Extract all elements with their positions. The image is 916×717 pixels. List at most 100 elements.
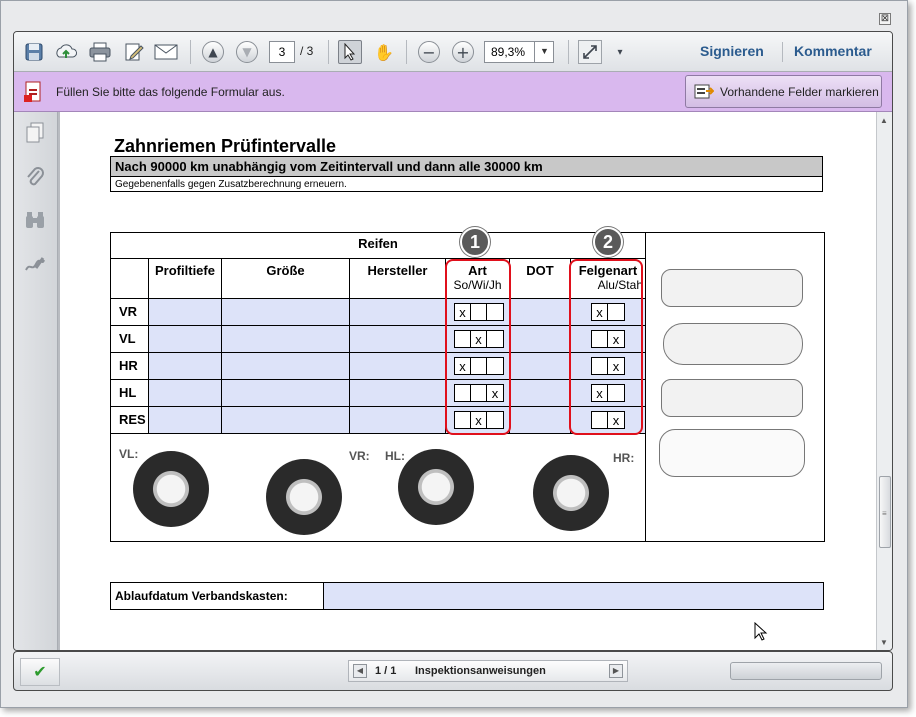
- profiltiefe-field[interactable]: [149, 407, 222, 434]
- car-diagram: [647, 233, 824, 541]
- dot-field[interactable]: [510, 326, 571, 353]
- scroll-up-icon[interactable]: ▲: [880, 116, 888, 125]
- wheel-icon: [533, 455, 609, 531]
- hand-tool-icon[interactable]: ✋: [372, 40, 396, 64]
- wheel-label-vr: VR:: [349, 449, 370, 463]
- mouse-cursor-icon: [754, 621, 770, 647]
- scroll-down-icon[interactable]: ▼: [880, 638, 888, 647]
- wheel-icon: [266, 459, 342, 535]
- form-message-bar: Füllen Sie bitte das folgende Formular a…: [14, 72, 892, 112]
- navigation-sidebar: [14, 112, 58, 650]
- wheel-label-hl: HL:: [385, 449, 405, 463]
- badge-1: 1: [460, 227, 490, 257]
- highlight-fields-label: Vorhandene Felder markieren: [720, 85, 879, 99]
- save-icon[interactable]: [22, 40, 46, 64]
- col-groesse: Größe: [222, 259, 350, 299]
- badge-2: 2: [593, 227, 623, 257]
- profiltiefe-field[interactable]: [149, 353, 222, 380]
- bookmark-navigator: ◀ 1 / 1 Inspektionsanweisungen ▶: [348, 660, 628, 682]
- car-side-icon: [661, 269, 803, 307]
- nav-next-icon[interactable]: ▶: [609, 664, 623, 678]
- edit-icon[interactable]: [122, 40, 146, 64]
- binoculars-icon[interactable]: [24, 210, 46, 232]
- form-icon: [24, 81, 44, 103]
- sign-link[interactable]: Signieren: [700, 43, 764, 59]
- tire-heading: Reifen: [111, 233, 646, 259]
- hersteller-field[interactable]: [350, 353, 446, 380]
- main-toolbar: ▲ ▼ 3 / 3 ✋ − + 89,3% ▼ ▾ Signieren Komm…: [14, 32, 892, 72]
- print-icon[interactable]: [88, 40, 112, 64]
- groesse-field[interactable]: [222, 380, 350, 407]
- profiltiefe-field[interactable]: [149, 326, 222, 353]
- hersteller-field[interactable]: [350, 326, 446, 353]
- tire-row-label: HR: [111, 353, 149, 380]
- dot-field[interactable]: [510, 353, 571, 380]
- first-aid-label: Ablaufdatum Verbandskasten:: [115, 589, 288, 603]
- attachments-icon[interactable]: [24, 166, 46, 188]
- highlight-fields-icon: [694, 83, 715, 106]
- dot-field[interactable]: [510, 407, 571, 434]
- nav-count: 1 / 1: [375, 665, 397, 677]
- wheel-icon: [133, 451, 209, 527]
- vertical-scrollbar[interactable]: ▲ ≡ ▼: [876, 112, 892, 650]
- page-up-icon[interactable]: ▲: [202, 41, 224, 63]
- zoom-out-icon[interactable]: −: [418, 41, 440, 63]
- fullscreen-icon[interactable]: [578, 40, 602, 64]
- nav-label: Inspektionsanweisungen: [415, 665, 546, 677]
- tire-row-label: RES: [111, 407, 149, 434]
- profiltiefe-field[interactable]: [149, 299, 222, 326]
- signatures-icon[interactable]: [24, 254, 46, 276]
- document-viewport[interactable]: Zahnriemen Prüfintervalle Nach 90000 km …: [58, 112, 876, 650]
- scroll-thumb[interactable]: ≡: [879, 476, 891, 548]
- profiltiefe-field[interactable]: [149, 380, 222, 407]
- groesse-field[interactable]: [222, 326, 350, 353]
- hersteller-field[interactable]: [350, 380, 446, 407]
- hersteller-field[interactable]: [350, 407, 446, 434]
- select-tool-icon[interactable]: [338, 40, 362, 64]
- check-icon: ✔: [20, 658, 60, 686]
- dot-field[interactable]: [510, 299, 571, 326]
- wheel-label-hr: HR:: [613, 451, 635, 465]
- tire-row-label: HL: [111, 380, 149, 407]
- groesse-field[interactable]: [222, 353, 350, 380]
- car-top-icon: [663, 323, 803, 365]
- page-number-input[interactable]: 3: [269, 41, 295, 63]
- col-hersteller: Hersteller: [350, 259, 446, 299]
- page-down-icon[interactable]: ▼: [236, 41, 258, 63]
- hersteller-field[interactable]: [350, 299, 446, 326]
- interval-note: Gegebenenfalls gegen Zusatzberechnung er…: [115, 179, 347, 190]
- form-message: Füllen Sie bitte das folgende Formular a…: [56, 85, 285, 99]
- email-icon[interactable]: [154, 40, 178, 64]
- document-title: Zahnriemen Prüfintervalle: [114, 136, 337, 156]
- close-icon[interactable]: ⊠: [879, 13, 891, 25]
- tire-table: Reifen Profiltiefe Größe Hersteller Art …: [110, 227, 825, 542]
- col-profiltiefe: Profiltiefe: [149, 259, 222, 299]
- interval-text: Nach 90000 km unabhängig vom Zeitinterva…: [111, 157, 822, 177]
- pages-icon[interactable]: [24, 122, 46, 144]
- zoom-value: 89,3%: [491, 45, 526, 59]
- page-total: / 3: [300, 44, 314, 58]
- wheel-icon: [398, 449, 474, 525]
- comment-link[interactable]: Kommentar: [794, 43, 872, 59]
- zoom-in-icon[interactable]: +: [452, 41, 474, 63]
- tire-row-label: VL: [111, 326, 149, 353]
- car-chassis-icon: [659, 429, 805, 477]
- dot-field[interactable]: [510, 380, 571, 407]
- cloud-upload-icon[interactable]: [54, 40, 78, 64]
- nav-prev-icon[interactable]: ◀: [353, 664, 367, 678]
- wheel-label-vl: VL:: [119, 447, 139, 461]
- groesse-field[interactable]: [222, 299, 350, 326]
- highlight-fields-button[interactable]: Vorhandene Felder markieren: [685, 75, 882, 108]
- felgenart-highlight: [569, 259, 643, 435]
- first-aid-date-field[interactable]: [323, 583, 823, 609]
- art-highlight: [445, 259, 511, 435]
- car-side-icon: [661, 379, 803, 417]
- reader-window: ⊠ ▲ ▼ 3 / 3 ✋ − + 89,3% ▼ ▾ Signieren Ko…: [0, 0, 908, 708]
- chevron-down-icon[interactable]: ▼: [534, 41, 554, 63]
- more-tools-icon[interactable]: ▾: [608, 40, 632, 64]
- first-aid-row: Ablaufdatum Verbandskasten:: [110, 582, 824, 610]
- groesse-field[interactable]: [222, 407, 350, 434]
- tire-row-label: VR: [111, 299, 149, 326]
- col-dot: DOT: [510, 259, 571, 299]
- pdf-page: Zahnriemen Prüfintervalle Nach 90000 km …: [60, 112, 876, 650]
